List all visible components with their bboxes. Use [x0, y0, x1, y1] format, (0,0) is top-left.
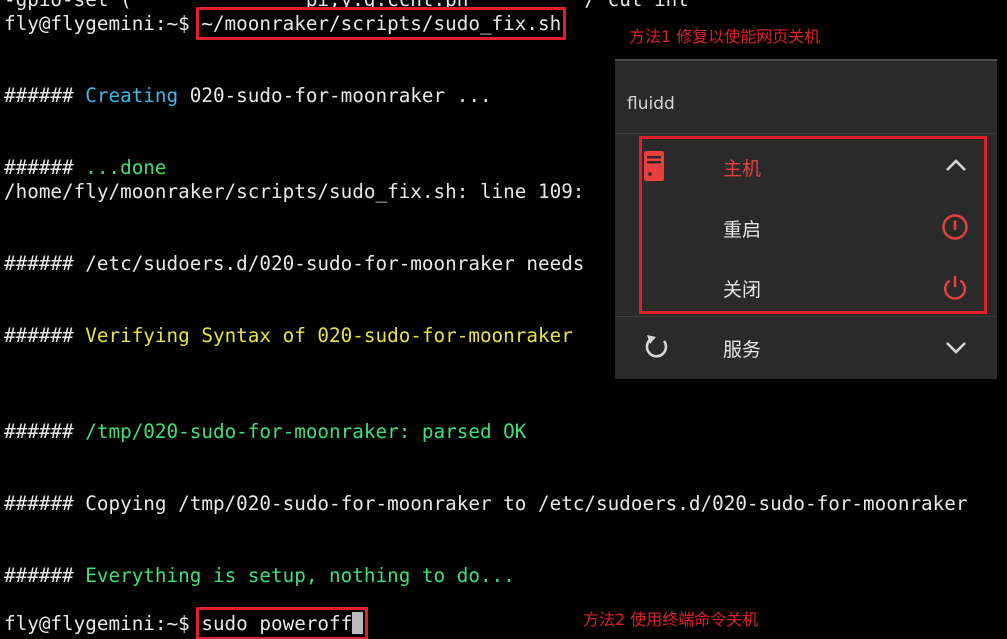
highlight-box-host-group [639, 136, 987, 314]
terminal-text: Everything is setup, nothing to do... [85, 564, 515, 587]
terminal-text: Creating [85, 84, 179, 107]
chevron-down-icon[interactable] [945, 341, 967, 355]
menu-item-services[interactable]: 服务 [615, 317, 997, 377]
terminal-line: ###### /tmp/020-sudo-for-moonraker: pars… [4, 420, 968, 444]
panel-header: fluidd [615, 61, 997, 134]
terminal-text: ###### Copying /tmp/020-sudo-for-moonrak… [4, 492, 968, 515]
terminal-line: -gpio-set ( pi,y.g.ccnt.pn / cut int [4, 0, 968, 12]
terminal-text: fly@flygemini:~$ [4, 12, 202, 35]
terminal-line: ###### Copying /tmp/020-sudo-for-moonrak… [4, 492, 968, 516]
terminal-text: /tmp/020-sudo-for-moonraker: parsed OK [85, 420, 527, 443]
terminal-text: ...done [85, 156, 167, 179]
terminal-text: -gpio-set ( pi,y.g.ccnt.pn / cut int [4, 0, 689, 11]
terminal-line: fly@flygemini:~$ sudo poweroff [4, 607, 968, 639]
highlighted-command: ~/moonraker/scripts/sudo_fix.sh [196, 7, 567, 40]
terminal-text: ###### [4, 84, 86, 107]
terminal-text: /home/fly/moonraker/scripts/sudo_fix.sh:… [4, 180, 585, 203]
terminal-text: ###### [4, 420, 86, 443]
annotation-method1: 方法1 修复以使能网页关机 [629, 27, 821, 46]
refresh-icon [643, 333, 671, 361]
terminal-text: ###### [4, 564, 86, 587]
terminal-text: 020-sudo-for-moonraker ... [178, 84, 492, 107]
terminal-cursor [352, 612, 364, 634]
annotation-method2: 方法2 使用终端命令关机 [583, 610, 759, 629]
menu-item-services-label: 服务 [723, 339, 762, 361]
terminal-text: ###### /etc/sudoers.d/020-sudo-for-moonr… [4, 252, 585, 275]
terminal-line: ###### Everything is setup, nothing to d… [4, 564, 968, 588]
terminal-text: ###### [4, 324, 86, 347]
fluidd-power-menu: fluidd 主机 重启 关闭 服务 [615, 59, 997, 379]
panel-title: fluidd [627, 94, 675, 114]
terminal-text: fly@flygemini:~$ [4, 612, 202, 635]
terminal-text: ###### [4, 156, 86, 179]
highlighted-command: sudo poweroff [196, 607, 369, 639]
terminal-line: fly@flygemini:~$ ~/moonraker/scripts/sud… [4, 7, 968, 40]
terminal-text: Verifying Syntax of 020-sudo-for-moonrak… [85, 324, 573, 347]
